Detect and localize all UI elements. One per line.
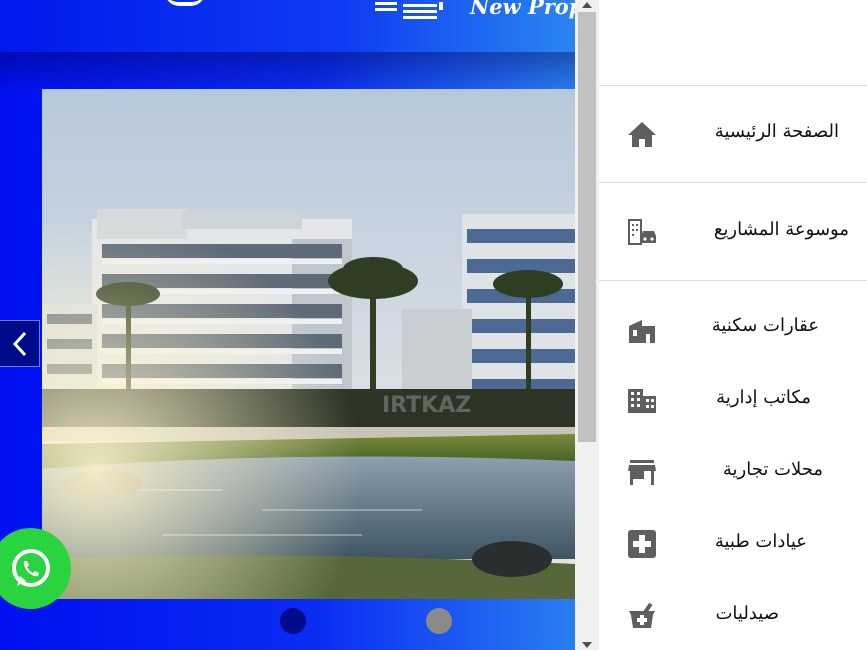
menu-item-clinics[interactable]: عيادات طبية [599,522,867,566]
menu-item-label: مكاتب إدارية [716,387,811,408]
home-icon [628,122,656,147]
scrollbar-thumb[interactable] [578,12,596,442]
slider-dot[interactable] [426,608,452,634]
residential-building-icon [629,320,655,343]
main-content: New Prop IRTKAZ [0,0,575,650]
menu-item-residential[interactable]: عقارات سكنية [599,306,867,350]
scrollbar[interactable] [575,0,599,650]
scroll-down-arrow-icon[interactable] [581,640,593,650]
office-building-icon [628,389,656,413]
logo-swoosh [165,0,205,6]
whatsapp-icon [11,548,50,587]
menu-item-projects[interactable]: موسوعة المشاريع [599,210,867,254]
slider-image: IRTKAZ [42,89,575,599]
menu-item-label: عيادات طبية [714,531,807,552]
menu-divider [599,280,867,281]
chevron-left-icon [12,331,26,356]
menu-header [599,0,867,86]
page: New Prop IRTKAZ الصفحة الرئيسية موسوعة ا… [0,0,867,650]
pharmacy-mortar-icon [629,602,655,628]
menu-item-label: صيدليات [715,603,779,624]
slider-prev-button[interactable] [0,320,40,367]
menu-item-label: عقارات سكنية [711,315,819,336]
image-watermark: IRTKAZ [382,393,471,418]
logo-icon [375,2,443,19]
menu-item-label: الصفحة الرئيسية [714,121,839,142]
menu-item-pharmacies[interactable]: صيدليات [599,594,867,638]
project-render: IRTKAZ [42,89,575,599]
menu-item-home[interactable]: الصفحة الرئيسية [599,112,867,156]
menu-item-offices[interactable]: مكاتب إدارية [599,378,867,422]
logo-text[interactable]: New Prop [470,0,575,19]
medical-plus-icon [628,530,656,558]
city-car-icon [628,219,656,245]
header-bar: New Prop [0,0,575,52]
menu-item-label: موسوعة المشاريع [713,219,849,240]
store-icon [628,460,656,485]
header-shadow [0,52,575,92]
side-menu: الصفحة الرئيسية موسوعة المشاريع عقارات س… [599,0,867,650]
menu-divider [599,182,867,183]
slider-dot-active[interactable] [280,608,306,634]
scroll-up-arrow-icon[interactable] [581,0,593,10]
menu-item-label: محلات تجارية [722,459,823,480]
menu-item-shops[interactable]: محلات تجارية [599,450,867,494]
